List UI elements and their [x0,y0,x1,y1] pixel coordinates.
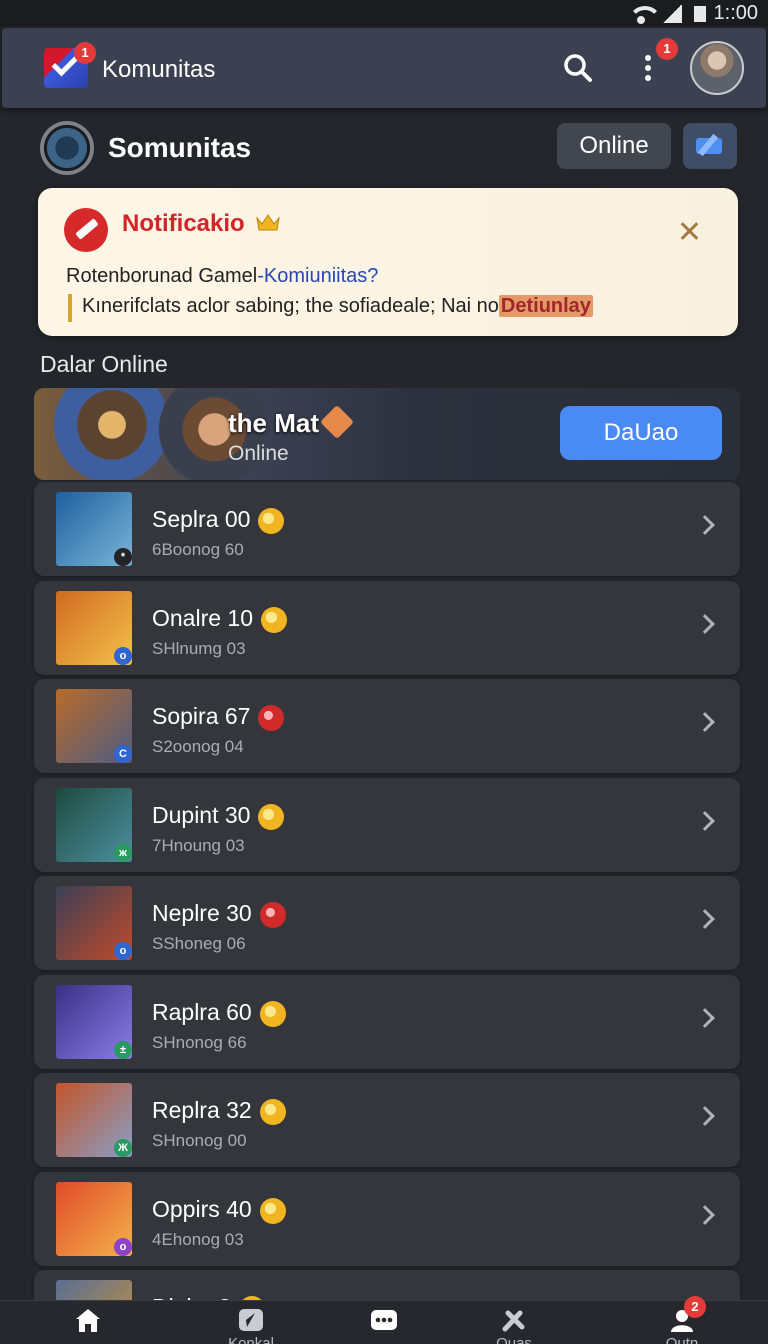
chevron-right-icon [695,1007,715,1028]
section-title: Dalar Online [40,351,168,377]
platform-badge-icon: Ж [114,1139,132,1157]
list-item-subtitle: 6Boonog 60 [152,540,244,559]
red-medal-icon [258,705,284,731]
gold-medal-icon [260,1099,286,1125]
list-item-name: Sopira 67 [152,703,251,729]
tab-chat[interactable] [324,1301,444,1344]
notification-highlight: Detiunlay [498,295,593,317]
chevron-right-icon [695,515,715,535]
chevron-right-icon [695,810,715,831]
chevron-right-icon [695,1106,715,1126]
platform-badge-icon: * [114,548,132,566]
banner-button[interactable]: DaUao [560,406,722,460]
logo-badge: 1 [74,42,96,64]
notification-text-line2: Kınerifclats aclor sabing; the sofiadeal… [82,295,593,318]
gold-medal-icon [260,1197,286,1224]
list-item-name: Replra 32 [152,1097,252,1123]
profile-tab-badge: 2 [684,1296,706,1318]
banner-subtitle: Online [228,442,289,465]
gold-medal-icon [261,606,287,633]
list-item-subtitle: 7Hnoung 03 [152,835,245,855]
notification-link[interactable]: -Komiuniitas? [257,265,378,287]
list-item-subtitle: SHlnumg 03 [152,638,246,658]
status-bar: 1::00 [0,0,768,26]
alert-icon [64,208,108,252]
community-name: Somunitas [108,132,252,163]
notification-line1-text: Rotenborunad Gamel [66,265,258,287]
list-item-name: Oppirs 40 [152,1195,252,1222]
notification-line2-text: Kınerifclats aclor sabing; the sofiadeal… [82,295,499,317]
tab-explore[interactable]: Konkal [191,1301,311,1344]
edit-icon[interactable] [683,123,737,169]
list-item-subtitle: SHnonog 00 [152,1131,247,1150]
list-item-name: Raplra 60 [152,998,252,1025]
list-item-subtitle: 4Ehonog 03 [152,1229,244,1249]
gold-medal-icon [260,1000,286,1027]
banner-title: the Mat [228,408,319,438]
avatar[interactable] [690,41,744,95]
app-logo-icon[interactable]: 1 [44,42,96,88]
platform-badge-icon: o [114,646,132,665]
list-item[interactable]: Ж Replra 32 SHnonog 00 [34,1073,740,1167]
explore-icon [239,1309,263,1331]
quote-bar [68,294,72,322]
home-icon [76,1309,100,1332]
menu-badge: 1 [656,38,678,60]
chevron-right-icon [695,712,715,732]
tab-explore-label: Konkal [228,1335,274,1344]
list-item-name: Neplre 30 [152,900,252,926]
gem-icon [320,405,354,439]
app-title: Komunitas [102,56,216,83]
platform-badge-icon: C [114,745,132,763]
tab-profile[interactable]: Qutn [622,1301,742,1344]
crown-icon [255,212,281,232]
list-item[interactable]: o Neplre 30 SShoneg 06 [34,876,740,970]
gold-medal-icon [258,508,284,534]
chevron-right-icon [695,909,715,929]
platform-badge-icon: ж [114,843,132,862]
list-item-name: Dupint 30 [152,801,251,828]
banner-hero-image [34,388,164,480]
notification-text-line1: Rotenborunad Gamel-Komiuniitas? [66,265,378,288]
list-item-name: Seplra 00 [152,506,251,532]
tab-home[interactable] [28,1301,148,1344]
list-item[interactable]: o Oppirs 40 4Ehonog 03 [34,1171,740,1266]
search-icon[interactable] [560,50,596,86]
gold-medal-icon [258,803,284,830]
tools-icon [502,1310,525,1332]
tab-profile-label: Qutn [665,1335,699,1344]
community-logo-icon [40,121,94,175]
wifi-icon [627,5,662,24]
status-time: 1::00 [713,2,758,24]
list-item-name: Onalre 10 [152,604,254,631]
red-medal-icon [260,902,286,928]
tab-tools-label: Quas [496,1335,532,1344]
close-icon[interactable] [678,220,702,244]
platform-badge-icon: o [114,942,132,960]
notification-card: Notificakio Rotenborunad Gamel-Komiuniit… [38,188,738,336]
notification-title: Notificakio [122,210,245,237]
tab-tools[interactable]: Quas [454,1301,574,1344]
chevron-right-icon [695,613,715,634]
more-options-icon[interactable] [636,50,660,86]
list-item[interactable]: C Sopira 67 S2oonog 04 [34,679,740,773]
list-item[interactable]: * Seplra 00 6Boonog 60 [34,482,740,576]
list-item[interactable]: o Onalre 10 SHlnumg 03 [34,580,740,675]
signal-icon [661,4,682,23]
featured-banner[interactable]: the Mat Online DaUao [34,388,740,480]
battery-icon [693,5,706,22]
chevron-right-icon [695,1204,715,1225]
platform-badge-icon: ± [114,1040,132,1059]
list-item[interactable]: ± Raplra 60 SHnonog 66 [34,974,740,1069]
app-bar: 1 Komunitas 1 [2,28,766,108]
bottom-tab-bar: Konkal Quas Qutn [0,1300,768,1344]
list-item-subtitle: SShoneg 06 [152,934,246,953]
list-item[interactable]: ж Dupint 30 7Hnoung 03 [34,777,740,872]
list-item-subtitle: SHnonog 66 [152,1032,247,1052]
chat-icon [371,1310,397,1330]
online-button[interactable]: Online [557,123,671,169]
platform-badge-icon: o [114,1237,132,1256]
list-item-subtitle: S2oonog 04 [152,737,244,756]
